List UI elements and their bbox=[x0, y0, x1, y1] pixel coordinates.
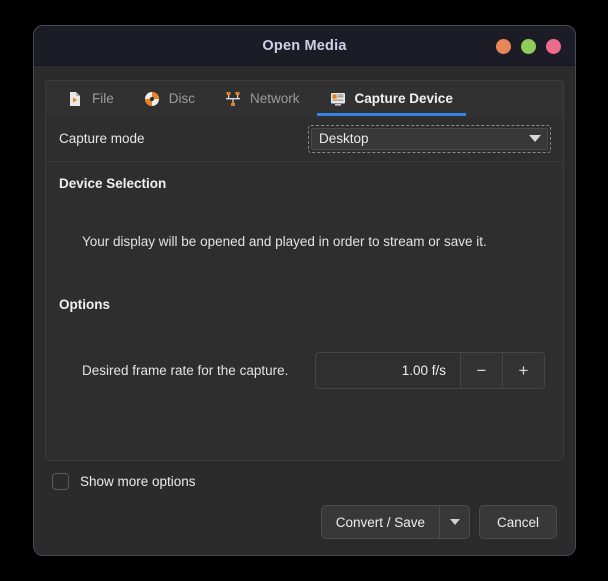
frame-rate-label: Desired frame rate for the capture. bbox=[82, 363, 289, 378]
frame-rate-stepper: 1.00 f/s − + bbox=[315, 352, 545, 389]
capture-device-icon bbox=[330, 91, 346, 107]
tab-disc-label: Disc bbox=[168, 91, 196, 106]
disc-icon bbox=[144, 91, 160, 107]
network-icon bbox=[225, 91, 241, 107]
tab-capture-device-label: Capture Device bbox=[354, 91, 453, 106]
tab-disc[interactable]: Disc bbox=[129, 81, 210, 116]
show-more-options-checkbox[interactable] bbox=[52, 473, 69, 490]
convert-save-label: Convert / Save bbox=[335, 514, 425, 530]
action-buttons: Convert / Save Cancel bbox=[47, 490, 562, 539]
show-more-options-row: Show more options bbox=[47, 473, 562, 490]
dialog-body: File Disc Network Capture Device Capture… bbox=[34, 66, 575, 555]
open-media-dialog: Open Media File Disc Network Capture Dev… bbox=[33, 25, 576, 556]
convert-save-dropdown-button[interactable] bbox=[439, 506, 469, 538]
frame-rate-row: Desired frame rate for the capture. 1.00… bbox=[59, 312, 550, 389]
capture-mode-select[interactable]: Desktop bbox=[308, 124, 551, 153]
convert-save-button[interactable]: Convert / Save bbox=[320, 505, 470, 539]
title-bar: Open Media bbox=[34, 26, 575, 66]
tab-file[interactable]: File bbox=[52, 81, 129, 116]
tab-network[interactable]: Network bbox=[210, 81, 315, 116]
capture-mode-row: Capture mode Desktop bbox=[46, 116, 563, 162]
frame-rate-decrement-button[interactable]: − bbox=[460, 353, 502, 388]
close-button[interactable] bbox=[546, 38, 561, 54]
options-title: Options bbox=[59, 297, 110, 312]
capture-mode-label: Capture mode bbox=[59, 131, 145, 146]
frame-rate-input[interactable]: 1.00 f/s bbox=[316, 353, 460, 388]
minimize-button[interactable] bbox=[496, 38, 511, 54]
window-controls bbox=[496, 26, 561, 66]
chevron-down-icon bbox=[529, 135, 541, 142]
device-selection-section: Device Selection Your display will be op… bbox=[46, 162, 563, 249]
show-more-options-label[interactable]: Show more options bbox=[80, 474, 196, 489]
tab-bar: File Disc Network Capture Device bbox=[45, 80, 564, 116]
maximize-button[interactable] bbox=[521, 38, 536, 54]
window-title: Open Media bbox=[262, 37, 347, 54]
tab-file-label: File bbox=[92, 91, 114, 106]
device-selection-description: Your display will be opened and played i… bbox=[82, 234, 487, 249]
chevron-down-icon bbox=[449, 519, 460, 525]
device-selection-title: Device Selection bbox=[59, 176, 167, 191]
file-video-icon bbox=[67, 91, 83, 107]
options-section: Options Desired frame rate for the captu… bbox=[46, 249, 563, 389]
dialog-footer: Show more options Convert / Save Cancel bbox=[45, 461, 564, 545]
capture-mode-value: Desktop bbox=[319, 131, 369, 146]
tab-network-label: Network bbox=[250, 91, 300, 106]
cancel-button[interactable]: Cancel bbox=[479, 505, 557, 539]
screen: Open Media File Disc Network Capture Dev… bbox=[0, 0, 608, 581]
frame-rate-increment-button[interactable]: + bbox=[502, 353, 544, 388]
capture-device-panel: Capture mode Desktop Device Selection Yo… bbox=[45, 116, 564, 461]
tab-capture-device[interactable]: Capture Device bbox=[315, 81, 468, 116]
